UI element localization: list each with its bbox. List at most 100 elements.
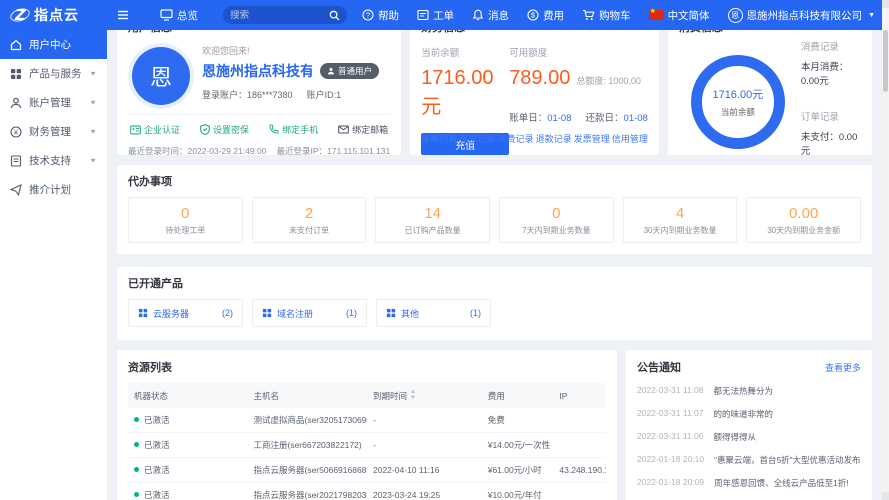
- balance-value: 1716.00元: [421, 67, 509, 119]
- products-section: 已开通产品 云服务器(2) 域名注册(1) 其他(1): [117, 267, 872, 340]
- sidebar-item-user-center[interactable]: 用户中心: [0, 30, 107, 59]
- stat-ordered-products[interactable]: 14已订购产品数量: [375, 197, 490, 243]
- link-credit-mgmt[interactable]: 信用管理: [612, 132, 648, 145]
- language-switcher[interactable]: 中文简体: [640, 0, 719, 30]
- header-search[interactable]: [223, 6, 347, 24]
- table-row[interactable]: 已激活 指点云服务器(ser202179820381) 2023-03-24 1…: [128, 483, 606, 500]
- stat-expiring-30d[interactable]: 430天内到期业务数量: [623, 197, 738, 243]
- product-cloud-server[interactable]: 云服务器(2): [128, 299, 243, 327]
- home-icon: [10, 39, 22, 51]
- link-invoice-mgmt[interactable]: 发票管理: [574, 132, 610, 145]
- sidebar-item-products-services[interactable]: 产品与服务 ▼: [0, 59, 107, 88]
- logo-icon: Z: [10, 6, 30, 24]
- link-bill-list[interactable]: 账单列表: [421, 132, 457, 145]
- paper-plane-icon: [10, 184, 22, 196]
- phone-icon: [269, 124, 279, 135]
- chevron-down-icon: ▼: [89, 128, 97, 135]
- nav-billing[interactable]: $ 费用: [518, 0, 573, 30]
- account-id: 账户ID:1: [307, 88, 342, 101]
- expire-time: -: [367, 408, 482, 433]
- announcements-title: 公告通知: [637, 359, 681, 375]
- welcome-text: 欢迎您回来!: [202, 44, 379, 57]
- hostname: 指点云服务器(ser202179820381): [248, 483, 368, 500]
- ip: [553, 483, 606, 500]
- stat-expiring-30d-amount[interactable]: 0.0030天内到期业务金额: [746, 197, 861, 243]
- stat-unpaid-orders[interactable]: 2未支付订单: [252, 197, 367, 243]
- view-more-link[interactable]: 查看更多: [825, 361, 861, 374]
- ticket-icon: [417, 9, 429, 21]
- scroll-down-arrow[interactable]: [882, 492, 889, 500]
- app-logo[interactable]: Z 指点云: [0, 5, 107, 25]
- table-row[interactable]: 已激活 工商注册(ser667203822172) - ¥14.00元/一次性: [128, 433, 606, 458]
- table-header-row: 机器状态 主机名 到期时间▲▼ 费用 IP: [128, 383, 606, 408]
- product-other[interactable]: 其他(1): [376, 299, 491, 327]
- status-dot: [134, 467, 139, 472]
- nav-messages[interactable]: 消息: [463, 0, 518, 30]
- nav-cart[interactable]: 购物车: [573, 0, 640, 30]
- scroll-up-arrow[interactable]: [882, 0, 889, 8]
- donut-label: 当前余额: [721, 106, 755, 118]
- machine-status: 已激活: [128, 408, 248, 433]
- products-title: 已开通产品: [128, 275, 861, 291]
- help-icon: ?: [362, 9, 374, 21]
- id-card-icon: [130, 125, 141, 135]
- consume-records-label: 消费记录: [801, 39, 861, 53]
- machine-status: 已激活: [128, 458, 248, 483]
- link-recharge-records[interactable]: 充值记录: [459, 132, 495, 145]
- chevron-down-icon: ▼: [89, 157, 97, 164]
- bill-day-link[interactable]: 01-08: [547, 113, 571, 124]
- account-menu[interactable]: 恩 恩施州指点科技有限公司 ▼: [719, 0, 889, 30]
- total-credit: 总额度: 1000.00: [576, 74, 641, 87]
- tab-overview[interactable]: 总览: [151, 0, 207, 30]
- mail-icon: [338, 125, 349, 134]
- grid-icon: [262, 308, 272, 318]
- sort-icon[interactable]: ▲▼: [409, 389, 416, 401]
- scrollbar-thumb[interactable]: [883, 30, 888, 92]
- announcement-item[interactable]: 2022-03-31 11:08 都无法热舞分为: [637, 379, 861, 402]
- product-domain-registration[interactable]: 域名注册(1): [252, 299, 367, 327]
- page-scrollbar[interactable]: [882, 0, 889, 500]
- col-expire-time[interactable]: 到期时间▲▼: [367, 383, 482, 408]
- user-icon: [327, 67, 335, 75]
- announcement-item[interactable]: 2022-03-31 11:07 的的味道非常的: [637, 402, 861, 425]
- menu-icon[interactable]: [109, 9, 137, 21]
- repay-day: 还款日：01-08: [586, 110, 648, 124]
- expire-time: -: [367, 433, 482, 458]
- last-login-ip: 最近登录IP：171.115.101.131: [276, 145, 390, 157]
- search-icon[interactable]: [329, 10, 340, 21]
- table-row[interactable]: 已激活 测试虚拟商品(ser320517306901) - 免费: [128, 408, 606, 433]
- user-type-badge: 普通用户: [320, 63, 379, 79]
- consume-info-card: 消费信息 1716.00元 当前余额 消费记录 本月消费：0.00元 订单记录 …: [668, 10, 872, 155]
- credit-label: 可用额度: [509, 45, 648, 59]
- action-enterprise-verify[interactable]: 企业认证: [130, 123, 180, 136]
- sidebar-item-tech-support[interactable]: 技术支持 ▼: [0, 146, 107, 175]
- action-bind-email[interactable]: 绑定邮箱: [338, 123, 388, 136]
- login-account: 登录账户：186***7380: [202, 88, 293, 101]
- col-machine-status: 机器状态: [128, 383, 248, 408]
- link-refund-records[interactable]: 退款记录: [536, 132, 572, 145]
- unpaid-amount: 未支付：0.00元: [801, 129, 861, 157]
- sidebar-item-finance-mgmt[interactable]: ¥ 财务管理 ▼: [0, 117, 107, 146]
- stat-expiring-7d[interactable]: 07天内到期业务数量: [499, 197, 614, 243]
- table-row[interactable]: 已激活 指点云服务器(ser506691686833) 2022-04-10 1…: [128, 458, 606, 483]
- announcement-item[interactable]: 2022-01-18 20:10 “惠聚云端，首台5折”大型优惠活动发布上线: [637, 448, 861, 471]
- user-info-card: 用户信息 恩 欢迎您回来! 恩施州指点科技有... 普通用户 登录账户：186*…: [117, 10, 401, 155]
- announcement-item[interactable]: 2022-01-18 20:09 重新定义香港云服务器——“全新一代香港云主机”…: [637, 494, 861, 500]
- search-input[interactable]: [230, 10, 329, 21]
- company-name: 恩施州指点科技有限公司: [747, 8, 863, 23]
- announcement-item[interactable]: 2022-03-31 11:06 额得得得从: [637, 425, 861, 448]
- stat-pending-tickets[interactable]: 0待处理工单: [128, 197, 243, 243]
- fee: 免费: [482, 408, 554, 433]
- action-security-question[interactable]: 设置密保: [200, 123, 249, 136]
- resources-table: 机器状态 主机名 到期时间▲▼ 费用 IP 已激活 测试虚拟商品(ser3205…: [128, 383, 606, 500]
- announcement-item[interactable]: 2022-01-18 20:09 周年感恩回馈、全线云产品低至1折!: [637, 471, 861, 494]
- sidebar-item-account-mgmt[interactable]: 账户管理 ▼: [0, 88, 107, 117]
- chevron-down-icon: ▼: [868, 12, 875, 19]
- repay-day-link[interactable]: 01-08: [624, 113, 648, 124]
- ip: [553, 433, 606, 458]
- link-consume-records[interactable]: 消费记录: [497, 132, 533, 145]
- nav-ticket[interactable]: 工单: [408, 0, 463, 30]
- nav-help[interactable]: ? 帮助: [353, 0, 408, 30]
- action-bind-phone[interactable]: 绑定手机: [269, 123, 318, 136]
- sidebar-item-referral[interactable]: 推介计划: [0, 175, 107, 204]
